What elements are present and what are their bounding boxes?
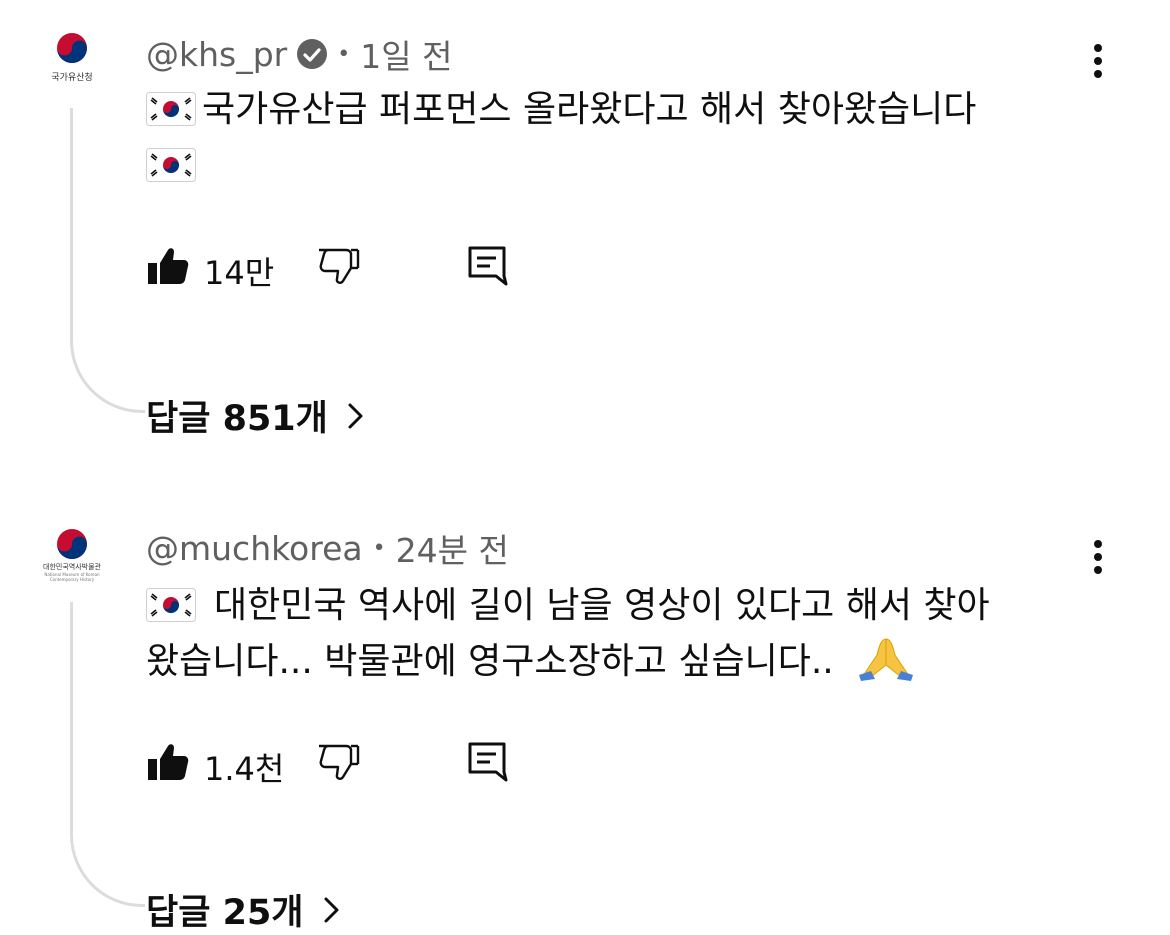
comment-line — [146, 138, 1106, 194]
folded-hands-icon — [859, 638, 914, 681]
avatar[interactable]: 대한민국역사박물관 National Museum of Korean Cont… — [40, 524, 104, 588]
comment-meta: @muchkorea • 24분 전 — [146, 524, 509, 572]
like-count: 1.4천 — [204, 750, 285, 788]
comment-time[interactable]: 1일 전 — [360, 30, 452, 78]
like-icon[interactable] — [146, 244, 190, 288]
chevron-right-icon — [348, 403, 363, 428]
dislike-icon[interactable] — [316, 244, 360, 288]
replies-toggle[interactable]: 답글 25개 — [146, 884, 342, 935]
separator-dot: • — [337, 41, 351, 67]
chevron-right-icon — [324, 897, 338, 922]
reply-icon[interactable] — [466, 244, 510, 288]
dislike-icon[interactable] — [316, 740, 360, 784]
comment-line: 대한민국 역사에 길이 남을 영상이 있다고 해서 찾아 — [146, 578, 1106, 634]
comment-actions: 1.4천 — [146, 740, 546, 788]
avatar-label: 국가유산청 — [51, 73, 93, 83]
reply-thread-line — [70, 602, 145, 907]
reply-thread-line — [70, 108, 145, 413]
comment-line-text: 왔습니다... 박물관에 영구소장하고 싶습니다.. — [146, 641, 834, 682]
taegeuk-logo-icon — [56, 32, 88, 64]
like-count: 14만 — [204, 254, 275, 292]
separator-dot: • — [372, 535, 386, 561]
comment-text: 대한민국 역사에 길이 남을 영상이 있다고 해서 찾아 왔습니다... 박물관… — [146, 578, 1106, 690]
verified-check-icon — [297, 39, 328, 69]
korea-flag-icon — [146, 588, 196, 622]
comment-time[interactable]: 24분 전 — [396, 524, 509, 572]
korea-flag-icon — [146, 148, 196, 182]
korea-flag-icon — [146, 92, 196, 126]
comment-text: 국가유산급 퍼포먼스 올라왔다고 해서 찾아왔습니다 — [146, 82, 1106, 194]
avatar-label: 대한민국역사박물관 — [43, 563, 101, 571]
replies-count: 답글 25개 — [146, 893, 304, 933]
comment-line-text: 국가유산급 퍼포먼스 올라왔다고 해서 찾아왔습니다 — [202, 89, 977, 130]
taegeuk-logo-icon — [56, 528, 88, 560]
comment-line-text: 대한민국 역사에 길이 남을 영상이 있다고 해서 찾아 — [214, 585, 990, 626]
comment-meta: @khs_pr • 1일 전 — [146, 30, 452, 78]
comment-actions: 14만 — [146, 244, 546, 292]
replies-toggle[interactable]: 답글 851개 — [146, 390, 366, 441]
author-handle[interactable]: @muchkorea — [146, 529, 363, 568]
replies-count: 답글 851개 — [146, 399, 328, 439]
reply-icon[interactable] — [466, 740, 510, 784]
like-icon[interactable] — [146, 740, 190, 784]
comment-line: 왔습니다... 박물관에 영구소장하고 싶습니다.. — [146, 634, 1106, 690]
author-handle[interactable]: @khs_pr — [146, 35, 287, 74]
comment-line: 국가유산급 퍼포먼스 올라왔다고 해서 찾아왔습니다 — [146, 82, 1106, 138]
avatar-subtitle: National Museum of Korean Contemporary H… — [44, 572, 100, 582]
avatar[interactable]: 국가유산청 — [40, 28, 104, 92]
